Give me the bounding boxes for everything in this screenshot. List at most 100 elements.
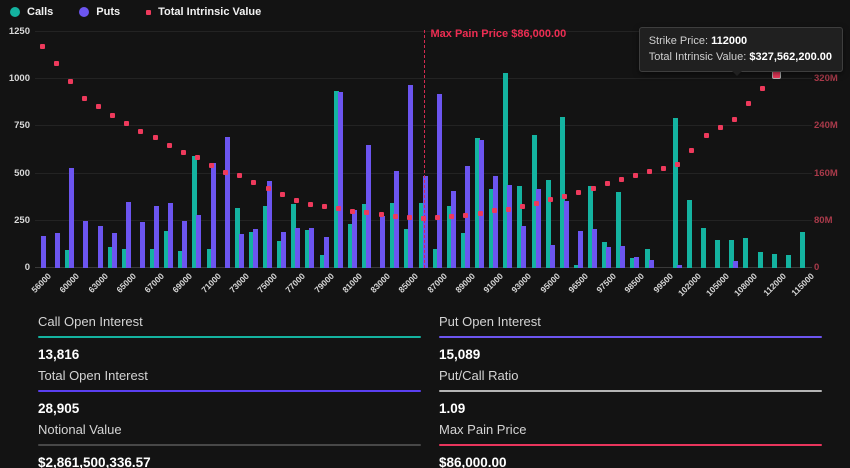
- intrinsic-dot[interactable]: [379, 212, 384, 217]
- intrinsic-dot[interactable]: [661, 166, 666, 171]
- put-bar[interactable]: [437, 94, 442, 268]
- put-bar[interactable]: [324, 237, 329, 268]
- call-bar[interactable]: [687, 200, 692, 268]
- intrinsic-dot[interactable]: [96, 104, 101, 109]
- intrinsic-dot[interactable]: [562, 194, 567, 199]
- intrinsic-dot[interactable]: [435, 215, 440, 220]
- intrinsic-dot[interactable]: [40, 44, 45, 49]
- call-bar[interactable]: [701, 228, 706, 268]
- intrinsic-dot[interactable]: [110, 113, 115, 118]
- intrinsic-dot[interactable]: [548, 197, 553, 202]
- intrinsic-dot[interactable]: [605, 181, 610, 186]
- intrinsic-dot[interactable]: [223, 170, 228, 175]
- call-bar[interactable]: [758, 252, 763, 268]
- intrinsic-dot[interactable]: [138, 129, 143, 134]
- put-bar[interactable]: [352, 210, 357, 268]
- legend-calls[interactable]: Calls: [10, 6, 53, 18]
- put-bar[interactable]: [677, 265, 682, 268]
- intrinsic-dot[interactable]: [704, 133, 709, 138]
- put-bar[interactable]: [112, 233, 117, 268]
- put-bar[interactable]: [41, 236, 46, 268]
- intrinsic-dot[interactable]: [54, 61, 59, 66]
- intrinsic-dot[interactable]: [336, 206, 341, 211]
- intrinsic-dot[interactable]: [647, 169, 652, 174]
- intrinsic-dot[interactable]: [124, 121, 129, 126]
- intrinsic-dot[interactable]: [534, 201, 539, 206]
- intrinsic-dot[interactable]: [520, 204, 525, 209]
- put-bar[interactable]: [126, 202, 131, 268]
- legend-puts[interactable]: Puts: [79, 6, 120, 18]
- intrinsic-dot[interactable]: [506, 207, 511, 212]
- put-bar[interactable]: [733, 261, 738, 268]
- put-bar[interactable]: [267, 181, 272, 268]
- intrinsic-dot[interactable]: [237, 173, 242, 178]
- put-bar[interactable]: [521, 226, 526, 268]
- intrinsic-dot[interactable]: [718, 125, 723, 130]
- intrinsic-dot[interactable]: [576, 190, 581, 195]
- intrinsic-dot[interactable]: [251, 180, 256, 185]
- put-bar[interactable]: [168, 203, 173, 268]
- call-bar[interactable]: [772, 254, 777, 268]
- intrinsic-dot[interactable]: [421, 216, 426, 221]
- put-bar[interactable]: [578, 231, 583, 268]
- intrinsic-dot[interactable]: [209, 163, 214, 168]
- intrinsic-dot[interactable]: [675, 162, 680, 167]
- intrinsic-dot[interactable]: [308, 202, 313, 207]
- put-bar[interactable]: [592, 229, 597, 268]
- put-bar[interactable]: [211, 163, 216, 268]
- intrinsic-dot[interactable]: [294, 198, 299, 203]
- put-bar[interactable]: [253, 229, 258, 268]
- put-bar[interactable]: [309, 228, 314, 268]
- put-bar[interactable]: [239, 234, 244, 268]
- intrinsic-dot[interactable]: [181, 150, 186, 155]
- intrinsic-dot[interactable]: [478, 211, 483, 216]
- intrinsic-dot[interactable]: [322, 204, 327, 209]
- put-bar[interactable]: [154, 206, 159, 268]
- intrinsic-dot[interactable]: [619, 177, 624, 182]
- intrinsic-dot[interactable]: [195, 155, 200, 160]
- put-bar[interactable]: [507, 185, 512, 268]
- intrinsic-dot[interactable]: [689, 148, 694, 153]
- intrinsic-dot[interactable]: [280, 192, 285, 197]
- put-bar[interactable]: [550, 245, 555, 268]
- legend-intrinsic[interactable]: Total Intrinsic Value: [146, 6, 261, 18]
- intrinsic-dot[interactable]: [68, 79, 73, 84]
- intrinsic-dot[interactable]: [407, 215, 412, 220]
- put-bar[interactable]: [225, 137, 230, 268]
- intrinsic-dot[interactable]: [153, 135, 158, 140]
- put-bar[interactable]: [98, 226, 103, 268]
- put-bar[interactable]: [69, 168, 74, 268]
- put-bar[interactable]: [338, 92, 343, 268]
- intrinsic-dot[interactable]: [633, 173, 638, 178]
- put-bar[interactable]: [620, 246, 625, 268]
- put-bar[interactable]: [182, 221, 187, 268]
- intrinsic-dot[interactable]: [393, 214, 398, 219]
- intrinsic-dot[interactable]: [760, 86, 765, 91]
- intrinsic-dot[interactable]: [773, 71, 780, 78]
- put-bar[interactable]: [408, 85, 413, 268]
- put-bar[interactable]: [493, 176, 498, 269]
- call-bar[interactable]: [800, 232, 805, 268]
- put-bar[interactable]: [380, 216, 385, 268]
- put-bar[interactable]: [295, 228, 300, 268]
- put-bar[interactable]: [634, 257, 639, 268]
- intrinsic-dot[interactable]: [364, 210, 369, 215]
- put-bar[interactable]: [83, 221, 88, 268]
- put-bar[interactable]: [564, 201, 569, 268]
- call-bar[interactable]: [743, 238, 748, 268]
- put-bar[interactable]: [55, 233, 60, 268]
- intrinsic-dot[interactable]: [167, 143, 172, 148]
- intrinsic-dot[interactable]: [732, 117, 737, 122]
- intrinsic-dot[interactable]: [266, 186, 271, 191]
- put-bar[interactable]: [196, 215, 201, 268]
- put-bar[interactable]: [140, 222, 145, 268]
- intrinsic-dot[interactable]: [350, 209, 355, 214]
- call-bar[interactable]: [715, 240, 720, 268]
- put-bar[interactable]: [451, 191, 456, 268]
- put-bar[interactable]: [394, 171, 399, 268]
- intrinsic-dot[interactable]: [449, 214, 454, 219]
- intrinsic-dot[interactable]: [746, 101, 751, 106]
- put-bar[interactable]: [281, 232, 286, 268]
- put-bar[interactable]: [479, 140, 484, 268]
- call-bar[interactable]: [673, 118, 678, 268]
